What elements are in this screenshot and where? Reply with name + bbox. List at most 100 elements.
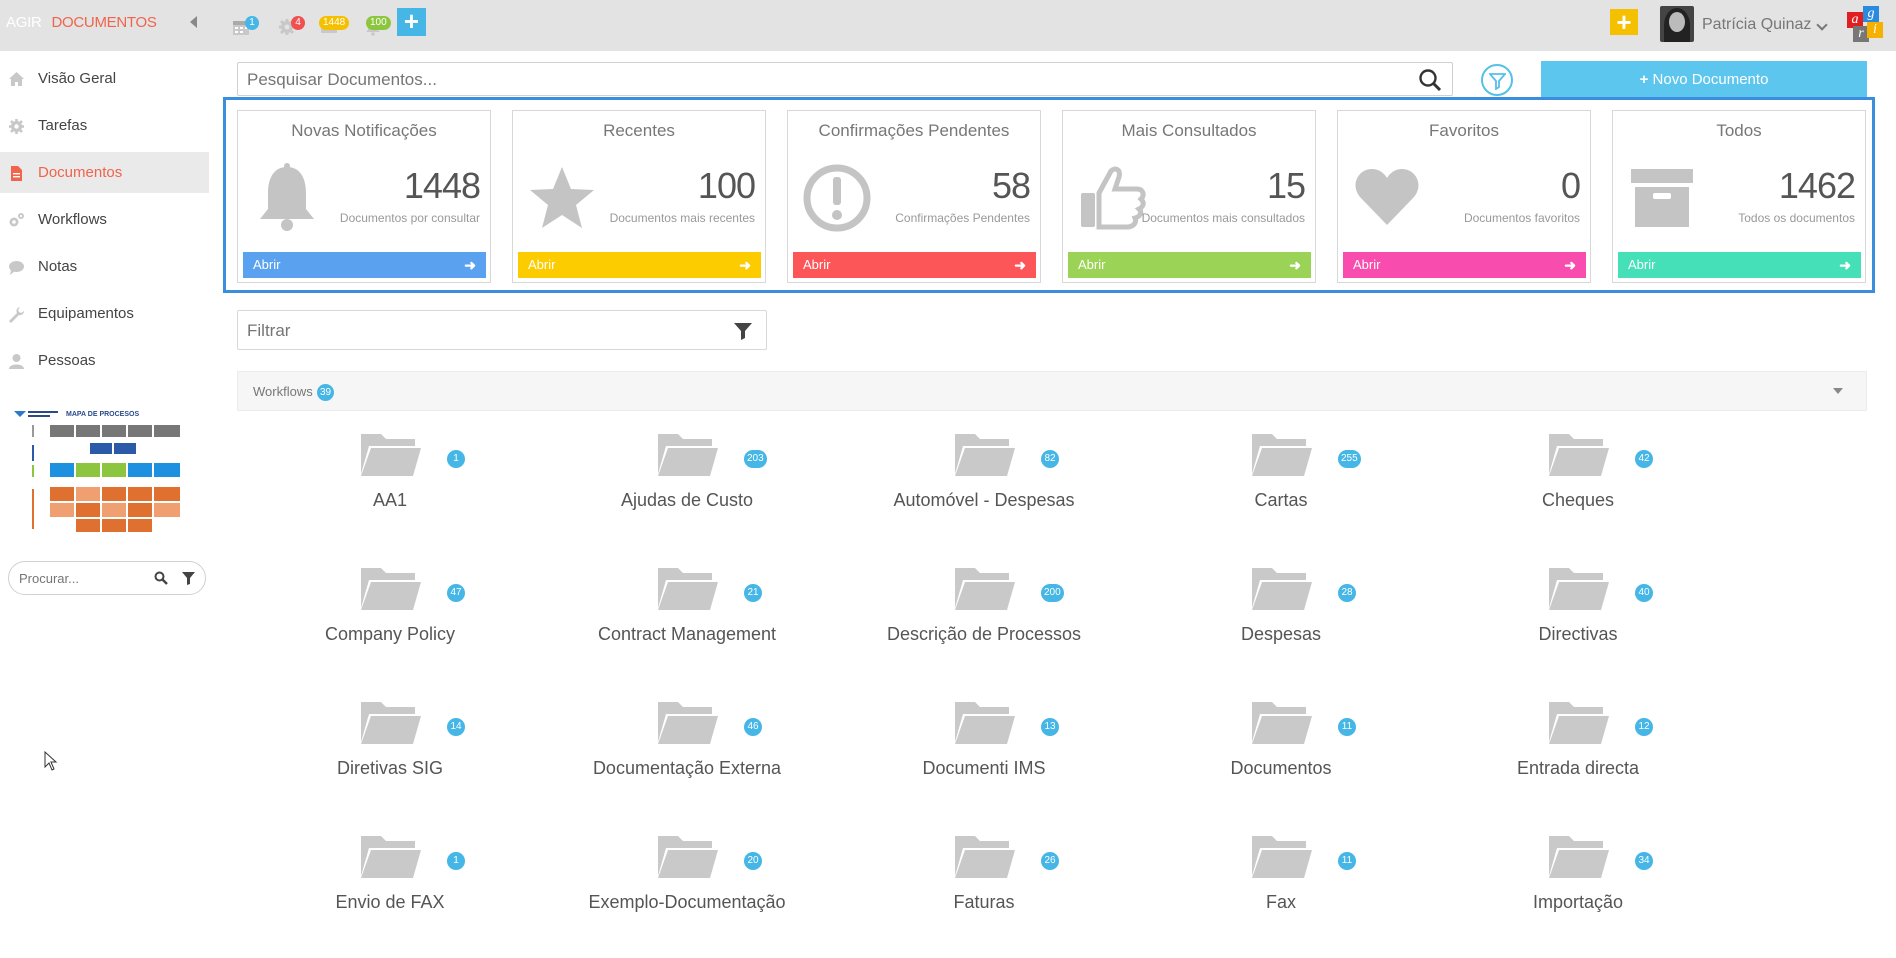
folder-label: Documentação Externa [592, 758, 782, 778]
user-menu[interactable]: Patrícia Quinaz [1660, 6, 1830, 44]
folder-count-badge: 82 [1041, 450, 1059, 468]
workflows-label: Workflows [253, 384, 313, 399]
folder-item[interactable]: 42 Cheques [1448, 430, 1708, 540]
search-icon[interactable] [154, 571, 168, 585]
folder-item[interactable]: 46 Documentação Externa [557, 698, 817, 808]
folder-count-badge: 11 [1338, 718, 1356, 736]
advanced-filter-button[interactable] [1481, 64, 1513, 96]
card-open-button[interactable]: Abrir ➜ [518, 252, 761, 278]
search-icon[interactable] [1418, 68, 1442, 92]
folder-item[interactable]: 203 Ajudas de Custo [557, 430, 817, 540]
sidebar-item-pessoas[interactable]: Pessoas [0, 340, 209, 381]
folder-icon [361, 568, 421, 610]
quick-add-button[interactable]: + [1610, 9, 1638, 35]
folder-label: Despesas [1240, 624, 1322, 644]
workflows-section-header[interactable]: Workflows 39 [237, 371, 1867, 411]
card-open-button[interactable]: Abrir ➜ [1618, 252, 1861, 278]
folder-item[interactable]: 1 Envio de FAX [260, 832, 520, 942]
card-open-button[interactable]: Abrir ➜ [1343, 252, 1586, 278]
sidebar-item-notas[interactable]: Notas [0, 246, 209, 287]
sidebar-item-tarefas[interactable]: Tarefas [0, 105, 209, 146]
card-todos: Todos 1462 Todos os documentos Abrir ➜ [1612, 110, 1866, 283]
sidebar-item-equipamentos[interactable]: Equipamentos [0, 293, 209, 334]
folder-item[interactable]: 13 Documenti IMS [854, 698, 1114, 808]
folder-item[interactable]: 34 Importação [1448, 832, 1708, 942]
document-search-input[interactable] [247, 70, 1347, 90]
folder-item[interactable]: 47 Company Policy [260, 564, 520, 674]
folder-count-badge: 40 [1635, 584, 1653, 602]
folder-label: Automóvel - Despesas [893, 490, 1075, 510]
folder-item[interactable]: 20 Exemplo-Documentação [557, 832, 817, 942]
card-title: Novas Notificações [291, 121, 437, 140]
filter-input[interactable] [247, 321, 707, 341]
calendar-button[interactable]: 1 [230, 10, 260, 42]
filter-icon[interactable] [182, 572, 195, 585]
card-open-label: Abrir [1628, 257, 1656, 272]
process-map-thumbnail[interactable]: MAPA DE PROCESOS [12, 409, 182, 534]
notifications-button[interactable]: 100 [362, 10, 392, 42]
folder-item[interactable]: 11 Documentos [1151, 698, 1411, 808]
card-subtitle: Todos os documentos [1738, 211, 1855, 225]
card-open-label: Abrir [253, 257, 281, 272]
sidebar: Visão Geral Tarefas Documentos Workflows… [0, 51, 209, 958]
card-open-button[interactable]: Abrir ➜ [793, 252, 1036, 278]
tasks-button[interactable]: 4 [276, 10, 306, 42]
card-open-button[interactable]: Abrir ➜ [243, 252, 486, 278]
new-document-button[interactable]: + Novo Documento [1541, 61, 1867, 98]
sidebar-item-label: Tarefas [38, 117, 88, 134]
arrow-right-icon: ➜ [1839, 257, 1851, 273]
sidebar-item-workflows[interactable]: Workflows [0, 199, 209, 240]
folder-item[interactable]: 28 Despesas [1151, 564, 1411, 674]
card-title: Mais Consultados [1121, 121, 1257, 140]
tasks-badge: 4 [291, 16, 305, 30]
star-icon [530, 167, 594, 228]
folder-count-badge: 12 [1635, 718, 1653, 736]
folder-label: Entrada directa [1516, 758, 1640, 778]
messages-button[interactable]: 1448 [318, 10, 350, 42]
filter-icon[interactable] [734, 322, 752, 340]
folder-item[interactable]: 40 Directivas [1448, 564, 1708, 674]
card-count: 1462 [1778, 165, 1856, 206]
folder-icon [1252, 702, 1312, 744]
folder-item[interactable]: 1 AA1 [260, 430, 520, 540]
card-open-label: Abrir [803, 257, 831, 272]
arrow-right-icon: ➜ [464, 257, 476, 273]
folder-label: Cartas [1254, 490, 1308, 510]
notifications-badge: 100 [366, 16, 391, 30]
folder-item[interactable]: 11 Fax [1151, 832, 1411, 942]
folder-item[interactable]: 200 Descrição de Processos [854, 564, 1114, 674]
sidebar-search-input[interactable] [19, 569, 144, 587]
card-subtitle: Documentos mais recentes [609, 211, 755, 225]
folder-label: Contract Management [597, 624, 777, 644]
user-icon [9, 354, 24, 369]
brand[interactable]: AGIR DOCUMENTOS [6, 14, 157, 31]
card-title: Todos [1716, 121, 1762, 140]
collapse-sidebar-icon[interactable] [190, 16, 197, 28]
chevron-down-icon[interactable] [1833, 388, 1843, 394]
folder-icon [955, 434, 1015, 476]
document-icon [11, 166, 22, 181]
folder-item[interactable]: 21 Contract Management [557, 564, 817, 674]
folder-item[interactable]: 255 Cartas [1151, 430, 1411, 540]
folder-item[interactable]: 12 Entrada directa [1448, 698, 1708, 808]
bell-icon [260, 163, 314, 231]
folder-icon [658, 434, 718, 476]
folder-item[interactable]: 82 Automóvel - Despesas [854, 430, 1114, 540]
folder-label: Exemplo-Documentação [588, 892, 786, 912]
card-open-button[interactable]: Abrir ➜ [1068, 252, 1311, 278]
card-title: Favoritos [1429, 121, 1499, 140]
archive-icon [1631, 169, 1693, 227]
new-document-label: Novo Documento [1652, 71, 1769, 88]
folder-item[interactable]: 14 Diretivas SIG [260, 698, 520, 808]
folder-icon [1549, 702, 1609, 744]
sidebar-item-visao-geral[interactable]: Visão Geral [0, 58, 209, 99]
sidebar-item-documentos[interactable]: Documentos [0, 152, 209, 193]
arrow-right-icon: ➜ [1564, 257, 1576, 273]
card-recentes: Recentes 100 Documentos mais recentes Ab… [512, 110, 766, 283]
folder-item[interactable]: 26 Faturas [854, 832, 1114, 942]
folder-label: Directivas [1538, 624, 1618, 644]
folder-icon [1252, 836, 1312, 878]
card-open-label: Abrir [528, 257, 556, 272]
folder-label: Fax [1265, 892, 1296, 912]
add-button[interactable]: + [397, 8, 426, 36]
